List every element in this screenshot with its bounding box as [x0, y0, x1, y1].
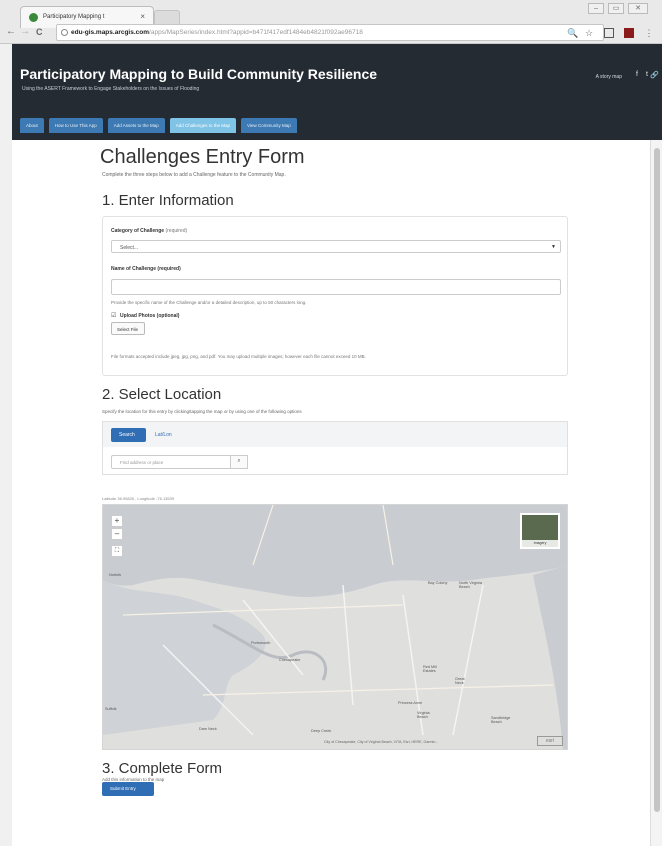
browser-chrome: Participatory Mapping t × – ▭ ✕ ← → C ed…: [0, 0, 662, 44]
map-label: Great Neck: [455, 677, 465, 685]
map-label: Virginia Beach: [417, 711, 430, 719]
coordinates-readout: Latitude 36.90826 , Longitude -76.13539: [102, 496, 175, 501]
map-label: Suffolk: [105, 707, 117, 711]
map-label: Princess Anne: [398, 701, 423, 705]
facebook-icon[interactable]: f: [636, 71, 638, 78]
map-label: Chesapeake: [279, 658, 301, 662]
map-label: North Virginia Beach: [459, 581, 482, 589]
esri-logo: esri: [537, 736, 563, 746]
tab-latlon[interactable]: Lat/Lon: [155, 432, 172, 438]
browser-tab-title: Participatory Mapping t: [43, 14, 105, 20]
step3-heading: 3. Complete Form: [102, 760, 223, 777]
close-icon[interactable]: ×: [140, 12, 145, 21]
challenge-name-label: Name of Challenge (required): [111, 266, 181, 272]
page-title: Challenges Entry Form: [100, 146, 305, 168]
forward-arrow-icon[interactable]: →: [20, 26, 30, 37]
upload-photos-label: Upload Photos (optional): [120, 313, 180, 319]
tab-how-to-use[interactable]: How to Use This App: [48, 118, 103, 133]
location-tabbar: Search Lat/Lon: [103, 422, 567, 447]
form-intro: Complete the three steps below to add a …: [102, 172, 286, 178]
location-options: Search Lat/Lon Find address or place ⌕: [102, 421, 568, 475]
link-icon[interactable]: 🔗: [650, 71, 659, 79]
category-select-value: Select...: [120, 245, 139, 251]
url-path: /apps/MapSeries/index.html?appid=b471f41…: [149, 29, 363, 36]
minimize-button[interactable]: –: [588, 3, 604, 14]
zoom-icon[interactable]: 🔍: [567, 28, 578, 38]
tab-add-challenges[interactable]: Add Challenges to the Map: [169, 118, 237, 133]
star-icon[interactable]: ☆: [584, 28, 594, 38]
extension-icon-2[interactable]: [624, 28, 634, 38]
map-label: Deep Creek: [311, 729, 332, 733]
tab-add-assets[interactable]: Add Assets to the Map: [107, 118, 165, 133]
location-map[interactable]: + – ⛶ Imagery Norfolk Bay Colony North V…: [102, 504, 568, 750]
map-basemap: [103, 505, 567, 749]
zoom-in-button[interactable]: +: [111, 515, 123, 527]
fullscreen-icon[interactable]: ⛶: [111, 545, 123, 557]
zoom-out-button[interactable]: –: [111, 528, 123, 540]
url-domain: edu-gis.maps.arcgis.com: [71, 29, 150, 36]
form-page: Challenges Entry Form Complete the three…: [12, 140, 650, 846]
extension-icon[interactable]: [604, 28, 614, 38]
address-bar[interactable]: edu-gis.maps.arcgis.com/apps/MapSeries/i…: [56, 24, 604, 41]
basemap-label: Imagery: [522, 540, 558, 547]
tab-search[interactable]: Search: [111, 428, 146, 442]
tab-about[interactable]: About: [20, 118, 44, 133]
category-label-text: Category of Challenge: [111, 228, 165, 234]
app-title: Participatory Mapping to Build Community…: [20, 66, 378, 82]
search-icon[interactable]: ⌕: [230, 455, 248, 469]
location-help: Specify the location for this entry by c…: [102, 409, 302, 414]
menu-icon[interactable]: ⋮: [644, 28, 654, 38]
step1-heading: 1. Enter Information: [102, 192, 234, 209]
maximize-button[interactable]: ▭: [608, 3, 624, 14]
back-arrow-icon[interactable]: ←: [6, 26, 16, 37]
scrollbar-thumb[interactable]: [654, 148, 660, 812]
favicon-icon: [29, 13, 38, 22]
app-subtitle: Using the ASERT Framework to Engage Stak…: [22, 86, 200, 92]
select-file-button[interactable]: Select File: [111, 322, 145, 335]
map-label: Dam Neck: [199, 727, 217, 731]
checkbox-icon[interactable]: ☑: [111, 312, 116, 319]
tab-view-community-map[interactable]: View Community Map: [241, 118, 297, 133]
reload-icon[interactable]: C: [36, 27, 43, 37]
category-select[interactable]: Select... ▼: [111, 240, 561, 253]
file-format-help: File formats accepted include jpeg, jpg,…: [111, 354, 366, 359]
challenge-name-help: Provide the specific name of the Challen…: [111, 300, 307, 305]
information-panel: Category of Challenge (required) Select.…: [102, 216, 568, 376]
story-map-label: A story map: [595, 74, 622, 80]
address-search-input[interactable]: Find address or place: [111, 455, 233, 469]
map-label: Red Mill Estates: [423, 665, 437, 673]
map-attribution: City of Chesapeake, City of Virginia Bea…: [324, 740, 439, 744]
step2-heading: 2. Select Location: [102, 386, 222, 403]
app-header: Participatory Mapping to Build Community…: [12, 44, 662, 140]
info-icon: [61, 29, 68, 36]
map-label: Bay Colony: [428, 581, 448, 585]
submit-entry-button[interactable]: Submit Entry: [102, 782, 154, 796]
map-label: Portsmouth: [251, 641, 271, 645]
section-tabs: About How to Use This App Add Assets to …: [20, 118, 302, 133]
category-label: Category of Challenge (required): [111, 228, 187, 234]
map-label: Sandbridge Beach: [491, 716, 511, 724]
page-scrollbar[interactable]: [650, 140, 662, 846]
map-label: Norfolk: [109, 573, 122, 577]
chevron-down-icon: ▼: [551, 244, 556, 250]
twitter-icon[interactable]: t: [646, 71, 648, 78]
challenge-name-input[interactable]: [111, 279, 561, 295]
basemap-toggle[interactable]: Imagery: [520, 513, 560, 549]
required-marker: (required): [165, 228, 188, 234]
close-window-button[interactable]: ✕: [628, 3, 648, 14]
